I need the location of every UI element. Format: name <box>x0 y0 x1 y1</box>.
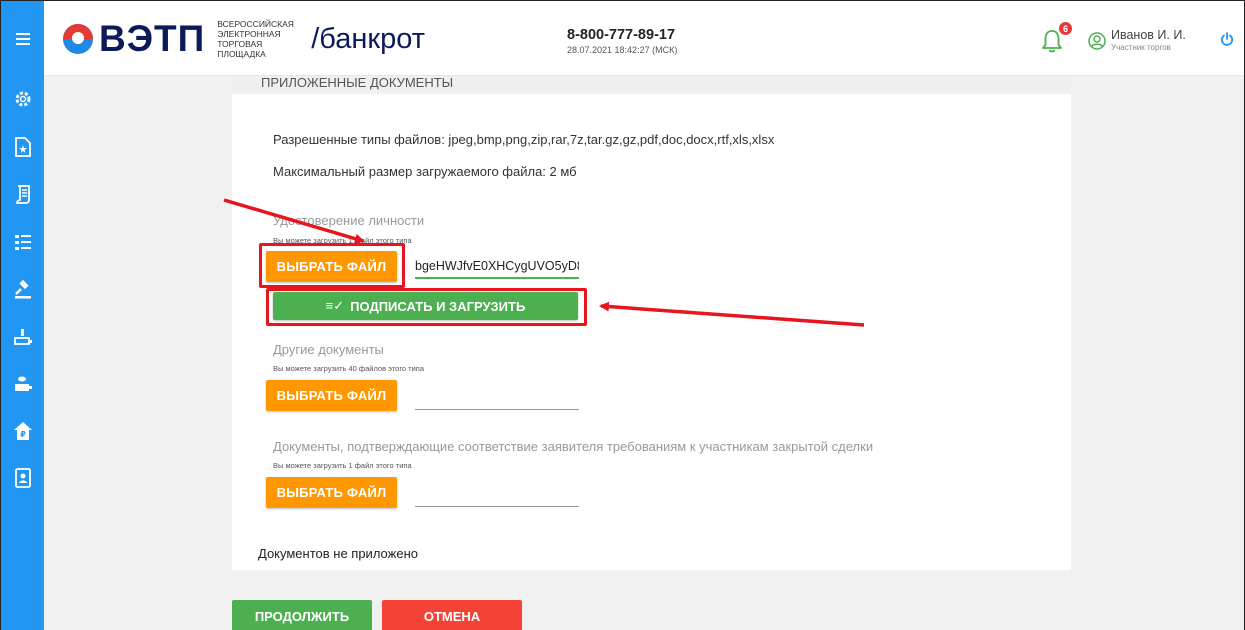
doc-group-label: Другие документы <box>273 342 384 357</box>
annotation-highlight-box <box>266 288 587 326</box>
file-name-field[interactable]: bgeHWJfvE0XHCygUVO5yD8 <box>415 253 579 279</box>
numbered-list-icon[interactable] <box>12 231 34 253</box>
site-logo[interactable]: ВЭТП Всероссийская электронная торговая … <box>63 19 425 59</box>
max-file-size: Максимальный размер загружаемого файла: … <box>273 164 577 179</box>
user-avatar-icon[interactable] <box>1088 32 1106 50</box>
logo-subtitle: Всероссийская электронная торговая площа… <box>217 19 294 59</box>
hotline-phone: 8-800-777-89-17 <box>567 27 676 43</box>
home-ruble-icon[interactable]: ₽ <box>12 420 34 442</box>
scroll-document-icon[interactable] <box>12 183 34 205</box>
doc-group-label: Документы, подтверждающие соответствие з… <box>273 439 874 454</box>
trade-lot-icon[interactable] <box>12 373 34 395</box>
menu-icon[interactable] <box>1 1 44 76</box>
doc-group-hint: Вы можете загрузить 1 файл этого типа <box>273 461 412 470</box>
doc-group-label: Удостоверение личности <box>273 213 425 228</box>
continue-button[interactable]: ПРОДОЛЖИТЬ <box>232 600 372 630</box>
logo-section: /банкрот <box>311 23 425 55</box>
auction-lot-icon[interactable] <box>12 326 34 348</box>
user-role: Участник торгов <box>1111 43 1171 52</box>
top-header: ВЭТП Всероссийская электронная торговая … <box>1 1 1244 76</box>
cancel-button[interactable]: ОТМЕНА <box>382 600 522 630</box>
user-name[interactable]: Иванов И. И. <box>1111 28 1186 42</box>
logout-power-icon[interactable] <box>1220 32 1234 46</box>
file-name-field[interactable] <box>415 481 579 507</box>
document-star-icon[interactable] <box>12 136 34 158</box>
choose-file-button[interactable]: ВЫБРАТЬ ФАЙЛ <box>266 380 397 411</box>
allowed-file-types: Разрешенные типы файлов: jpeg,bmp,png,zi… <box>273 132 775 147</box>
notifications-badge: 6 <box>1059 22 1072 35</box>
section-title: ПРИЛОЖЕННЫЕ ДОКУМЕНТЫ <box>261 75 454 90</box>
logo-mark-icon <box>63 24 93 54</box>
contacts-book-icon[interactable] <box>12 467 34 489</box>
file-name-field[interactable] <box>415 384 579 410</box>
svg-text:₽: ₽ <box>20 430 26 439</box>
annotation-highlight-box <box>259 243 405 288</box>
doc-group-hint: Вы можете загрузить 40 файлов этого типа <box>273 364 425 373</box>
no-documents-message: Документов не приложено <box>258 546 418 561</box>
server-datetime: 28.07.2021 18:42:27 (МСК) <box>567 45 678 55</box>
gavel-icon[interactable] <box>12 279 34 301</box>
choose-file-button[interactable]: ВЫБРАТЬ ФАЙЛ <box>266 477 397 508</box>
settings-icon[interactable] <box>12 88 34 110</box>
sidebar: ₽ <box>1 76 44 630</box>
logo-text: ВЭТП <box>99 18 206 59</box>
